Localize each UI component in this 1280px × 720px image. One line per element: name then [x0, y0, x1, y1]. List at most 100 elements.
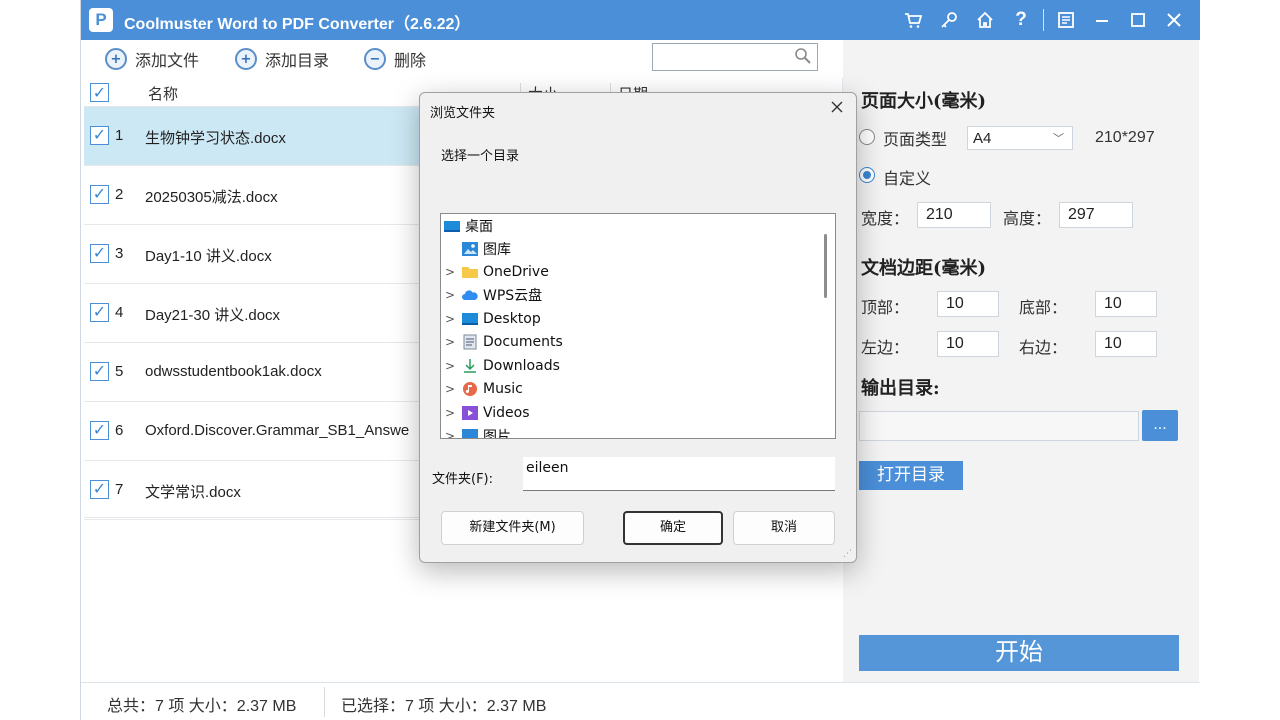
ok-button[interactable]: 确定 [623, 511, 723, 545]
row-filename: 生物钟学习状态.docx [145, 130, 286, 147]
tree-item-wps-cloud[interactable]: > WPS云盘 [443, 284, 542, 306]
add-file-button[interactable]: + 添加文件 [105, 47, 199, 71]
page-type-value: A4 [973, 130, 992, 147]
row-number: 2 [115, 186, 124, 203]
chevron-right-icon[interactable]: > [443, 359, 457, 373]
top-margin-label: 顶部： [861, 298, 910, 317]
maximize-icon[interactable] [1120, 0, 1156, 40]
folder-icon [461, 264, 479, 280]
open-dir-button[interactable]: 打开目录 [859, 461, 963, 490]
chevron-right-icon[interactable]: > [443, 429, 457, 438]
row-number: 7 [115, 481, 124, 498]
help-icon[interactable]: ? [1003, 0, 1039, 40]
tree-item-label: WPS云盘 [483, 288, 543, 304]
browse-button[interactable]: ... [1142, 410, 1178, 441]
key-icon[interactable] [931, 0, 967, 40]
row-checkbox[interactable]: ✓ [90, 362, 109, 381]
row-checkbox[interactable]: ✓ [90, 480, 109, 499]
row-number: 5 [115, 363, 124, 380]
tree-item-label: OneDrive [483, 264, 549, 280]
left-margin-input[interactable]: 10 [937, 331, 999, 357]
dialog-close-icon[interactable] [828, 97, 846, 121]
tree-item-desktop[interactable]: > Desktop [443, 308, 541, 330]
tree-item-music[interactable]: > Music [443, 378, 523, 400]
tree-item-downloads[interactable]: > Downloads [443, 355, 560, 377]
height-label: 高度： [1003, 209, 1052, 228]
height-input[interactable]: 297 [1059, 202, 1133, 228]
tree-item-documents[interactable]: > Documents [443, 331, 563, 353]
cancel-button[interactable]: 取消 [733, 511, 835, 545]
row-number: 4 [115, 304, 124, 321]
chevron-right-icon[interactable]: > [443, 265, 457, 279]
app-logo-icon: P [89, 8, 113, 32]
tree-scrollbar[interactable] [824, 234, 827, 298]
new-folder-button[interactable]: 新建文件夹(M) [441, 511, 584, 545]
tree-item-label: Desktop [483, 311, 541, 327]
tree-item-gallery[interactable]: 图库 [461, 238, 511, 260]
resize-grip-icon[interactable]: ⋰ [843, 549, 853, 559]
search-icon[interactable] [793, 47, 813, 67]
margin-title: 文档边距(毫米) [861, 258, 987, 279]
app-title: Coolmuster Word to PDF Converter（2.6.22） [124, 16, 471, 33]
select-all-checkbox[interactable]: ✓ [90, 83, 109, 102]
music-icon [461, 381, 479, 397]
output-dir-input[interactable] [859, 411, 1139, 441]
tree-item-label: Videos [483, 405, 530, 421]
page-type-select[interactable]: A4 ﹀ [967, 126, 1073, 150]
right-margin-input[interactable]: 10 [1095, 331, 1157, 357]
chevron-right-icon[interactable]: > [443, 312, 457, 326]
page-size-title: 页面大小(毫米) [861, 91, 987, 112]
row-number: 3 [115, 245, 124, 262]
chevron-right-icon[interactable]: > [443, 335, 457, 349]
width-input[interactable]: 210 [917, 202, 991, 228]
tree-item-label: Music [483, 381, 523, 397]
tree-item-pictures[interactable]: > 图片 [443, 425, 511, 438]
tree-item-label: Documents [483, 334, 563, 350]
home-icon[interactable] [967, 0, 1003, 40]
tree-item-label: 图库 [483, 242, 511, 258]
tree-item-desktop-root[interactable]: 桌面 [443, 215, 493, 237]
top-margin-input[interactable]: 10 [937, 291, 999, 317]
title-bar-icons: ? [895, 0, 1192, 40]
chevron-right-icon[interactable]: > [443, 288, 457, 302]
cart-icon[interactable] [895, 0, 931, 40]
browse-folder-dialog: 浏览文件夹 选择一个目录 桌面 图库 > OneDrive > WPS云盘 > … [419, 92, 857, 563]
chevron-right-icon[interactable]: > [443, 406, 457, 420]
video-icon [461, 405, 479, 421]
page-type-radio[interactable] [859, 129, 875, 145]
gallery-icon [461, 241, 479, 257]
row-filename: Day21-30 讲义.docx [145, 307, 281, 324]
file-toolbar: + 添加文件 + 添加目录 − 删除 [81, 40, 843, 78]
delete-button[interactable]: − 删除 [364, 47, 426, 71]
row-checkbox[interactable]: ✓ [90, 185, 109, 204]
row-filename: Oxford.Discover.Grammar_SB1_Answe [145, 422, 410, 439]
row-checkbox[interactable]: ✓ [90, 421, 109, 440]
folder-label: 文件夹(F): [432, 472, 494, 487]
search-input[interactable] [652, 43, 818, 71]
tree-item-videos[interactable]: > Videos [443, 402, 530, 424]
dialog-prompt: 选择一个目录 [441, 149, 520, 164]
minimize-icon[interactable] [1084, 0, 1120, 40]
bottom-margin-label: 底部： [1019, 298, 1068, 317]
tree-item-onedrive[interactable]: > OneDrive [443, 261, 549, 283]
left-margin-label: 左边： [861, 338, 910, 357]
status-total: 总共：7 项 大小：2.37 MB [107, 698, 297, 715]
chevron-down-icon: ﹀ [1053, 133, 1064, 145]
folder-tree[interactable]: 桌面 图库 > OneDrive > WPS云盘 > Desktop > Doc… [440, 213, 836, 439]
row-checkbox[interactable]: ✓ [90, 303, 109, 322]
close-icon[interactable] [1156, 0, 1192, 40]
bottom-margin-input[interactable]: 10 [1095, 291, 1157, 317]
custom-size-radio[interactable] [859, 167, 875, 183]
feedback-icon[interactable] [1048, 0, 1084, 40]
chevron-right-icon[interactable]: > [443, 382, 457, 396]
row-checkbox[interactable]: ✓ [90, 126, 109, 145]
width-label: 宽度： [861, 209, 910, 228]
status-divider [324, 687, 325, 717]
folder-input[interactable]: eileen [523, 457, 835, 491]
add-folder-button[interactable]: + 添加目录 [235, 47, 329, 71]
start-button[interactable]: 开始 [859, 635, 1179, 671]
delete-label: 删除 [394, 51, 427, 70]
row-filename: odwsstudentbook1ak.docx [145, 363, 322, 380]
row-checkbox[interactable]: ✓ [90, 244, 109, 263]
row-filename: Day1-10 讲义.docx [145, 248, 272, 265]
